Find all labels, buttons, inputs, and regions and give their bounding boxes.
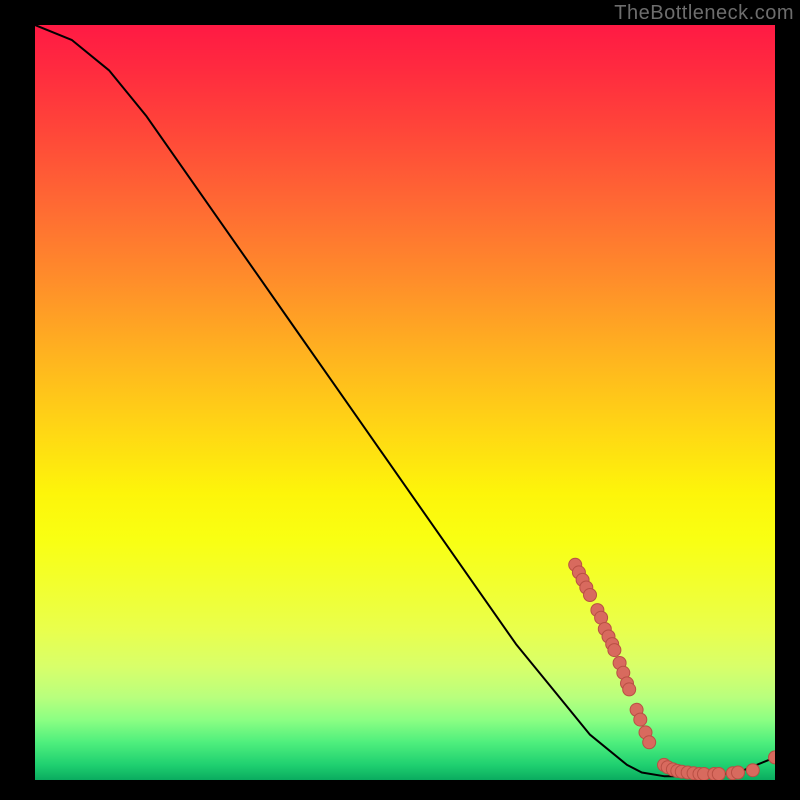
bottleneck-curve (35, 25, 775, 776)
highlight-point (584, 589, 597, 602)
highlight-point (608, 644, 621, 657)
plot-area (35, 25, 775, 780)
highlight-point (746, 764, 759, 777)
highlight-point (732, 766, 745, 779)
chart-overlay (35, 25, 775, 780)
highlight-point (634, 713, 647, 726)
chart-frame: TheBottleneck.com (0, 0, 800, 800)
highlight-point (712, 768, 725, 781)
highlight-point (623, 683, 636, 696)
highlight-points-group (569, 558, 775, 780)
highlight-point (643, 736, 656, 749)
highlight-point (769, 751, 776, 764)
watermark-label: TheBottleneck.com (614, 2, 794, 25)
